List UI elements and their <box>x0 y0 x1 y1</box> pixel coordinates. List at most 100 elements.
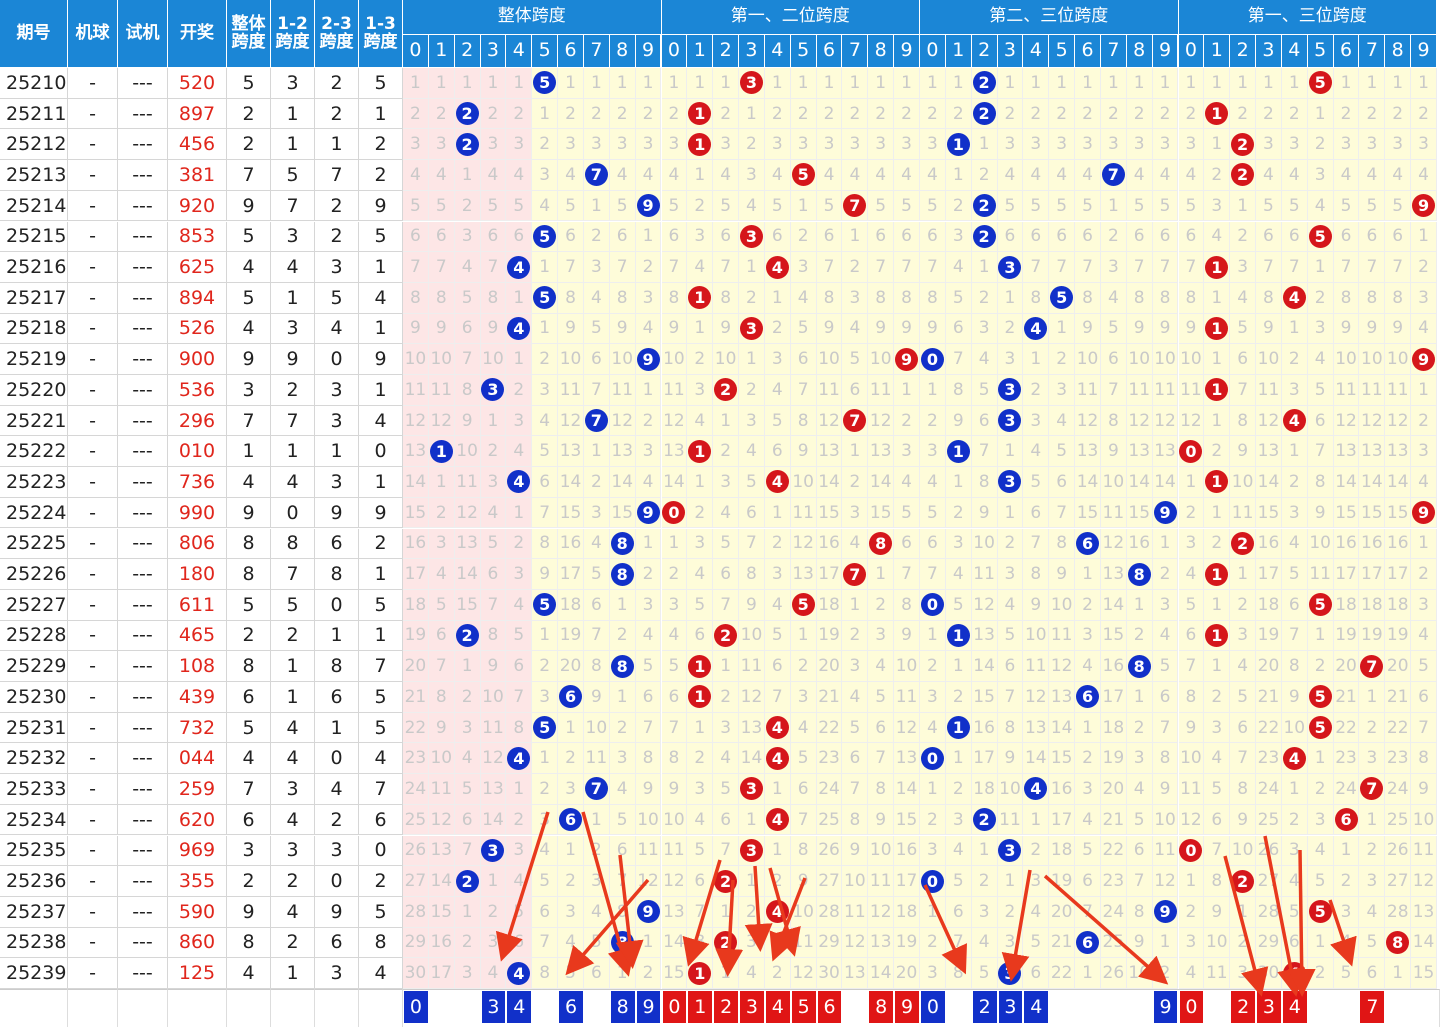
miss-cell: 2 <box>971 190 998 222</box>
miss-cell: 26 <box>1256 835 1282 867</box>
miss-cell: 1 <box>1049 313 1076 345</box>
miss-cell: 2 <box>480 896 507 928</box>
miss-cell: 13 <box>894 743 920 775</box>
miss-cell: 4 <box>1307 835 1334 867</box>
miss-cell: 2 <box>1307 651 1334 682</box>
miss-cell: 5 <box>1307 712 1334 744</box>
miss-cell: 7 <box>583 405 610 437</box>
miss-cell: 1 <box>945 712 972 744</box>
miss-cell: 9 <box>1126 313 1153 345</box>
row-value: - <box>68 927 118 959</box>
miss-cell: 4 <box>1281 405 1308 437</box>
footer-fixed-cell <box>168 989 227 1027</box>
miss-cell: 5 <box>583 927 610 959</box>
miss-cell: 1 <box>532 252 559 283</box>
miss-cell: 2 <box>609 620 636 652</box>
miss-cell: 2 <box>454 190 481 222</box>
miss-cell: 5 <box>1178 190 1205 222</box>
miss-cell: 30 <box>1256 958 1282 989</box>
miss-cell: 7 <box>1385 252 1412 283</box>
miss-cell: 4 <box>1281 866 1308 897</box>
miss-cell: 1 <box>635 221 662 253</box>
row-value: - <box>68 98 118 130</box>
hit-ball: 8 <box>610 930 634 954</box>
miss-cell: 2 <box>687 743 714 775</box>
hit-ball: 5 <box>1308 900 1332 924</box>
miss-cell: 21 <box>403 682 429 713</box>
issue-number: 25212 <box>0 129 68 161</box>
miss-cell: 4 <box>1204 743 1231 775</box>
miss-cell: 7 <box>1230 375 1257 406</box>
miss-cell: 4 <box>764 467 791 498</box>
miss-cell: 7 <box>739 528 765 560</box>
miss-cell: 1 <box>1023 344 1050 375</box>
miss-cell: 11 <box>661 375 688 406</box>
row-value: 8 <box>315 651 359 682</box>
miss-cell: 5 <box>532 68 559 99</box>
miss-cell: 3 <box>1385 129 1412 161</box>
miss-cell: 3 <box>558 896 584 928</box>
miss-cell: 1 <box>997 866 1024 897</box>
miss-cell: 8 <box>1126 651 1153 682</box>
miss-cell: 3 <box>480 835 507 867</box>
miss-cell: 3 <box>1359 866 1386 897</box>
row-value: - <box>68 375 118 406</box>
miss-cell: 4 <box>713 160 740 191</box>
miss-cell: 10 <box>894 651 920 682</box>
hit-ball: 1 <box>429 439 453 463</box>
miss-cell: 7 <box>1411 712 1437 744</box>
row-value: 381 <box>168 160 227 191</box>
miss-cell: 19 <box>1385 620 1412 652</box>
hit-ball: 7 <box>584 777 608 801</box>
miss-cell: 2 <box>713 620 740 652</box>
miss-cell: 4 <box>1178 160 1205 191</box>
miss-cell: 2 <box>764 313 791 345</box>
miss-cell: 10 <box>428 344 455 375</box>
miss-cell: 4 <box>558 927 584 959</box>
hit-ball: 3 <box>739 838 763 862</box>
miss-cell: 4 <box>1075 651 1101 682</box>
miss-cell: 1 <box>661 528 688 560</box>
miss-cell: 5 <box>842 712 869 744</box>
miss-cell: 4 <box>894 160 920 191</box>
miss-cell: 5 <box>713 190 740 222</box>
miss-cell: 1 <box>506 497 533 529</box>
miss-cell: 9 <box>428 712 455 744</box>
row-value: - <box>68 528 118 560</box>
miss-cell: 4 <box>1152 620 1179 652</box>
hit-ball: 0 <box>920 869 944 893</box>
header-fixed-3: 开奖 <box>168 0 227 68</box>
miss-cell: 1 <box>506 282 533 314</box>
miss-cell: 14 <box>428 866 455 897</box>
row-value: 7 <box>227 405 271 437</box>
miss-cell: 16 <box>1126 528 1153 560</box>
miss-cell: 5 <box>842 344 869 375</box>
miss-cell: 3 <box>1152 589 1179 621</box>
miss-cell: 2 <box>1075 589 1101 621</box>
miss-cell: 13 <box>1126 436 1153 468</box>
row-value: 0 <box>315 344 359 375</box>
miss-cell: 9 <box>583 682 610 713</box>
miss-cell: 14 <box>661 467 688 498</box>
row-value: --- <box>118 221 168 253</box>
hit-ball: 4 <box>1282 286 1306 310</box>
hit-ball: 1 <box>1205 470 1229 494</box>
hit-ball: 5 <box>533 71 557 95</box>
miss-cell: 1 <box>868 68 895 99</box>
issue-number: 25233 <box>0 774 68 805</box>
miss-cell: 4 <box>816 160 843 191</box>
miss-cell: 12 <box>971 589 998 621</box>
miss-cell: 5 <box>1023 927 1050 959</box>
miss-cell: 4 <box>454 743 481 775</box>
miss-cell: 2 <box>1333 98 1360 130</box>
miss-cell: 1 <box>635 68 662 99</box>
hit-ball: 1 <box>1205 102 1229 126</box>
miss-cell: 1 <box>506 68 533 99</box>
miss-cell: 15 <box>816 497 843 529</box>
miss-cell: 10 <box>842 866 869 897</box>
miss-cell: 9 <box>635 774 662 805</box>
miss-cell: 28 <box>1256 896 1282 928</box>
miss-cell: 7 <box>868 252 895 283</box>
miss-cell: 26 <box>1385 835 1412 867</box>
miss-cell: 8 <box>1178 682 1205 713</box>
